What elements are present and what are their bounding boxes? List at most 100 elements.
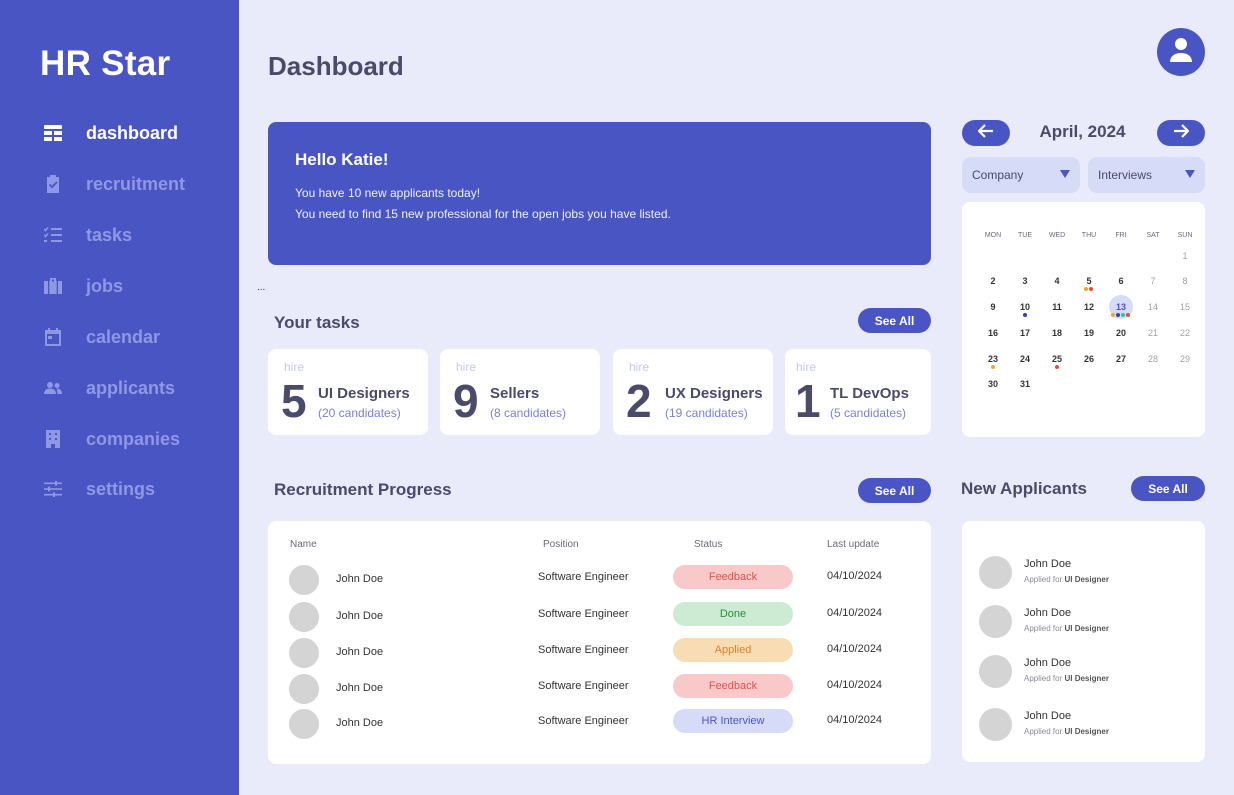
calendar-day[interactable]: 8 xyxy=(1173,276,1197,286)
calendar-next-button[interactable] xyxy=(1157,120,1205,146)
dropdown-label: Interviews xyxy=(1098,168,1153,182)
interviews-filter-dropdown[interactable]: Interviews xyxy=(1088,157,1205,193)
task-tag: hire xyxy=(456,360,477,374)
sidebar-item-companies[interactable]: companies xyxy=(42,424,180,454)
sidebar-item-dashboard[interactable]: dashboard xyxy=(42,118,178,148)
task-title: TL DevOps xyxy=(830,385,909,402)
calendar-day[interactable]: 15 xyxy=(1173,302,1197,312)
calendar-day[interactable]: 21 xyxy=(1141,328,1165,338)
calendar-day[interactable]: 25 xyxy=(1045,354,1069,364)
calendar-day[interactable]: 16 xyxy=(981,328,1005,338)
calendar-day[interactable]: 31 xyxy=(1013,379,1037,389)
column-header-name: Name xyxy=(290,539,317,550)
dashboard-icon xyxy=(42,122,64,144)
sidebar-item-settings[interactable]: settings xyxy=(42,474,155,504)
calendar-day[interactable]: 3 xyxy=(1013,276,1037,286)
weekday-label: TUE xyxy=(1018,232,1032,239)
task-title: UI Designers xyxy=(318,385,410,402)
task-candidates: (20 candidates) xyxy=(318,406,401,420)
sidebar-item-jobs[interactable]: jobs xyxy=(42,271,123,301)
calendar-day[interactable]: 18 xyxy=(1045,328,1069,338)
task-tag: hire xyxy=(796,360,817,374)
task-card[interactable]: hire 1 TL DevOps (5 candidates) xyxy=(785,349,931,435)
calendar-day[interactable]: 10 xyxy=(1013,302,1037,312)
recruitment-title: Recruitment Progress xyxy=(274,480,452,499)
tasks-title: Your tasks xyxy=(274,313,360,332)
calendar-day[interactable]: 4 xyxy=(1045,276,1069,286)
calendar-month: April, 2024 xyxy=(1039,122,1126,141)
calendar-day[interactable]: 5 xyxy=(1077,276,1101,286)
event-dot xyxy=(1111,313,1115,317)
calendar-day[interactable]: 20 xyxy=(1109,328,1133,338)
task-card[interactable]: hire 5 UI Designers (20 candidates) xyxy=(268,349,428,435)
calendar-day[interactable]: 28 xyxy=(1141,354,1165,364)
caret-down-icon xyxy=(1060,170,1070,178)
applicants-see-all-button[interactable]: See All xyxy=(1131,476,1205,501)
recruitment-table: Name Position Status Last update John Do… xyxy=(268,521,931,764)
calendar-day[interactable]: 1 xyxy=(1173,251,1197,261)
avatar xyxy=(289,638,319,668)
weekday-label: FRI xyxy=(1115,232,1127,239)
calendar-day[interactable]: 2 xyxy=(981,276,1005,286)
tasks-see-all-button[interactable]: See All xyxy=(858,308,931,333)
applied-role: UI Designer xyxy=(1064,674,1109,683)
calendar-day[interactable]: 17 xyxy=(1013,328,1037,338)
calendar-day[interactable]: 6 xyxy=(1109,276,1133,286)
applied-for-text: Applied for UI Designer xyxy=(1024,674,1109,683)
event-dot xyxy=(1089,287,1093,291)
calendar-day[interactable]: 14 xyxy=(1141,302,1165,312)
applied-role: UI Designer xyxy=(1064,624,1109,633)
recruitment-see-all-button[interactable]: See All xyxy=(858,478,931,503)
calendar-day[interactable]: 29 xyxy=(1173,354,1197,364)
calendar-grid: MON TUE WED THU FRI SAT SUN 1 2 3 4 5 6 7 8 9 10 11 12 13 14… xyxy=(962,202,1205,437)
sidebar-item-tasks[interactable]: tasks xyxy=(42,220,132,250)
calendar-day[interactable]: 30 xyxy=(981,379,1005,389)
calendar-day[interactable]: 22 xyxy=(1173,328,1197,338)
calendar-day[interactable]: 9 xyxy=(981,302,1005,312)
calendar-day[interactable]: 12 xyxy=(1077,302,1101,312)
last-update-cell: 04/10/2024 xyxy=(827,714,883,726)
task-card[interactable]: hire 2 UX Designers (19 candidates) xyxy=(613,349,773,435)
calendar-day[interactable]: 11 xyxy=(1045,302,1069,312)
applicant-name: John Doe xyxy=(1024,710,1072,722)
welcome-title: Hello Katie! xyxy=(295,150,389,169)
status-badge: Applied xyxy=(673,638,793,662)
task-card[interactable]: hire 9 Sellers (8 candidates) xyxy=(440,349,600,435)
applicant-name: John Doe xyxy=(336,573,384,585)
calendar-day[interactable]: 19 xyxy=(1077,328,1101,338)
calendar-day[interactable]: 27 xyxy=(1109,354,1133,364)
calendar-prev-button[interactable] xyxy=(962,120,1010,146)
welcome-line-jobs: You need to find 15 new professional for… xyxy=(295,207,671,221)
event-dot xyxy=(1126,313,1130,317)
sidebar-item-label: calendar xyxy=(86,326,161,347)
event-dot xyxy=(990,365,995,369)
calendar-day[interactable]: 7 xyxy=(1141,276,1165,286)
calendar-day[interactable]: 24 xyxy=(1013,354,1037,364)
calendar-day[interactable]: 26 xyxy=(1077,354,1101,364)
sidebar: HR Star dashboard recruitment tasks jobs… xyxy=(0,0,239,795)
event-dot xyxy=(1121,313,1125,317)
applied-for-label: Applied for xyxy=(1024,575,1063,584)
task-count: 9 xyxy=(453,375,479,427)
task-candidates: (5 candidates) xyxy=(830,406,907,420)
task-count: 2 xyxy=(626,375,652,427)
applied-for-label: Applied for xyxy=(1024,674,1063,683)
calendar-day[interactable]: 23 xyxy=(981,354,1005,364)
sliders-icon xyxy=(42,478,64,500)
applied-for-text: Applied for UI Designer xyxy=(1024,624,1109,633)
status-badge: HR Interview xyxy=(673,709,793,733)
task-count: 5 xyxy=(281,375,307,427)
sidebar-item-applicants[interactable]: applicants xyxy=(42,373,175,403)
sidebar-item-label: companies xyxy=(86,428,181,449)
profile-avatar-button[interactable] xyxy=(1157,28,1205,76)
position-cell: Software Engineer xyxy=(538,644,629,656)
company-filter-dropdown[interactable]: Company xyxy=(962,157,1080,193)
last-update-cell: 04/10/2024 xyxy=(827,679,883,691)
last-update-cell: 04/10/2024 xyxy=(827,607,883,619)
sidebar-item-calendar[interactable]: calendar xyxy=(42,322,160,352)
arrow-left-icon xyxy=(977,123,994,143)
applicant-name: John Doe xyxy=(336,646,384,658)
sidebar-item-recruitment[interactable]: recruitment xyxy=(42,169,185,199)
brand-logo: HR Star xyxy=(40,44,171,83)
welcome-banner: Hello Katie! You have 10 new applicants … xyxy=(268,122,931,265)
